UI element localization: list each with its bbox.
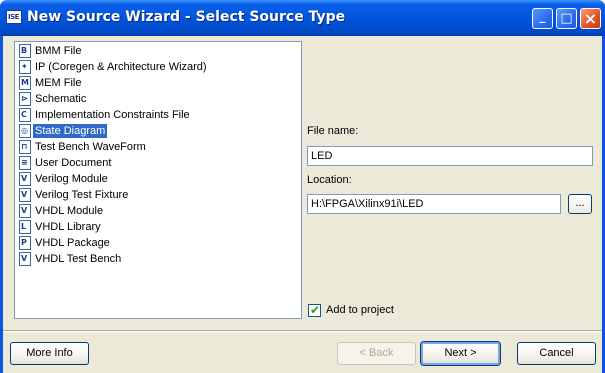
source-type-label: VHDL Package (35, 237, 110, 249)
vhdl-library-icon: L (19, 220, 31, 234)
minimize-icon: _ (539, 9, 546, 23)
icon-glyph: ⊓ (21, 142, 28, 151)
source-type-label: Schematic (35, 93, 87, 105)
mem-file-icon: M (19, 76, 31, 90)
source-type-item[interactable]: V VHDL Module (16, 203, 299, 219)
verilog-module-icon: V (19, 172, 31, 186)
source-type-item[interactable]: M MEM File (16, 75, 299, 91)
source-type-label: BMM File (35, 45, 82, 57)
next-button[interactable]: Next > (421, 342, 500, 365)
source-type-item[interactable]: ✦ IP (Coregen & Architecture Wizard) (16, 59, 299, 75)
vhdl-test-bench-icon: V (19, 252, 31, 266)
verilog-test-fixture-icon: V (19, 188, 31, 202)
source-type-item[interactable]: ≡ User Document (16, 155, 299, 171)
icon-glyph: P (21, 238, 27, 247)
user-document-icon: ≡ (19, 156, 31, 170)
source-type-label: Implementation Constraints File (35, 109, 190, 121)
source-type-item[interactable]: V Verilog Test Fixture (16, 187, 299, 203)
bmm-file-icon: B (19, 44, 31, 58)
icon-glyph: B (21, 46, 28, 55)
source-type-item[interactable]: B BMM File (16, 43, 299, 59)
source-type-label: Verilog Module (35, 173, 108, 185)
source-type-label: Test Bench WaveForm (35, 141, 146, 153)
file-name-label: File name: (307, 125, 359, 137)
icon-glyph: V (21, 174, 28, 183)
source-type-label: MEM File (35, 77, 82, 89)
checkmark-icon: ✔ (310, 303, 321, 317)
dialog-body: B BMM File ✦ IP (Coregen & Architecture Wiz… (3, 36, 602, 373)
source-type-item[interactable]: ⊳ Schematic (16, 91, 299, 107)
icon-glyph: ⊳ (21, 94, 28, 103)
source-type-list[interactable]: B BMM File ✦ IP (Coregen & Architecture Wiz… (14, 41, 302, 319)
more-info-button[interactable]: More Info (10, 342, 89, 365)
wizard-window: ISE New Source Wizard - Select Source Ty… (0, 0, 605, 373)
minimize-button[interactable]: _ (532, 8, 553, 29)
state-diagram-icon: ◎ (19, 124, 31, 138)
vhdl-package-icon: P (19, 236, 31, 250)
source-type-item[interactable]: V Verilog Module (16, 171, 299, 187)
icon-glyph: C (21, 110, 27, 119)
schematic-icon: ⊳ (19, 92, 31, 106)
source-type-item[interactable]: C Implementation Constraints File (16, 107, 299, 123)
icon-glyph: M (21, 78, 29, 87)
source-type-label: IP (Coregen & Architecture Wizard) (35, 61, 207, 73)
button-separator (3, 330, 602, 332)
source-type-label: VHDL Test Bench (35, 253, 122, 265)
source-type-item[interactable]: P VHDL Package (16, 235, 299, 251)
vhdl-module-icon: V (19, 204, 31, 218)
icon-glyph: V (21, 254, 28, 263)
source-type-item[interactable]: ⊓ Test Bench WaveForm (16, 139, 299, 155)
back-button[interactable]: < Back (337, 342, 416, 365)
icon-glyph: V (21, 190, 28, 199)
source-type-label: State Diagram (33, 124, 108, 138)
browse-location-button[interactable]: ... (568, 194, 592, 214)
icon-glyph: ≡ (21, 158, 28, 167)
cancel-button[interactable]: Cancel (517, 342, 596, 365)
source-type-label: VHDL Module (35, 205, 104, 217)
file-name-input[interactable]: LED (307, 146, 593, 166)
maximize-icon: □ (560, 11, 573, 26)
source-type-label: User Document (35, 157, 112, 169)
icon-glyph: ✦ (21, 62, 28, 71)
ip-coregen-icon: ✦ (19, 60, 31, 74)
close-button[interactable]: × (580, 8, 601, 29)
source-type-label: VHDL Library (35, 221, 101, 233)
add-to-project-checkbox[interactable]: ✔ (308, 303, 321, 317)
ise-app-icon: ISE (6, 10, 22, 24)
maximize-button[interactable]: □ (556, 8, 577, 29)
close-icon: × (583, 9, 598, 28)
source-type-item[interactable]: ◎ State Diagram (16, 123, 299, 139)
source-type-item[interactable]: L VHDL Library (16, 219, 299, 235)
title-bar[interactable]: ISE New Source Wizard - Select Source Ty… (0, 0, 605, 36)
icon-glyph: V (21, 206, 28, 215)
waveform-icon: ⊓ (19, 140, 31, 154)
constraints-file-icon: C (19, 108, 31, 122)
app-icon-text: ISE (8, 13, 19, 21)
icon-glyph: L (21, 222, 27, 231)
source-type-item[interactable]: V VHDL Test Bench (16, 251, 299, 267)
add-to-project-label: Add to project (326, 304, 394, 316)
window-title: New Source Wizard - Select Source Type (27, 9, 346, 25)
icon-glyph: ◎ (21, 126, 28, 135)
location-label: Location: (307, 174, 352, 186)
source-type-label: Verilog Test Fixture (35, 189, 129, 201)
location-input[interactable]: H:\FPGA\Xilinx91i\LED (307, 194, 561, 214)
